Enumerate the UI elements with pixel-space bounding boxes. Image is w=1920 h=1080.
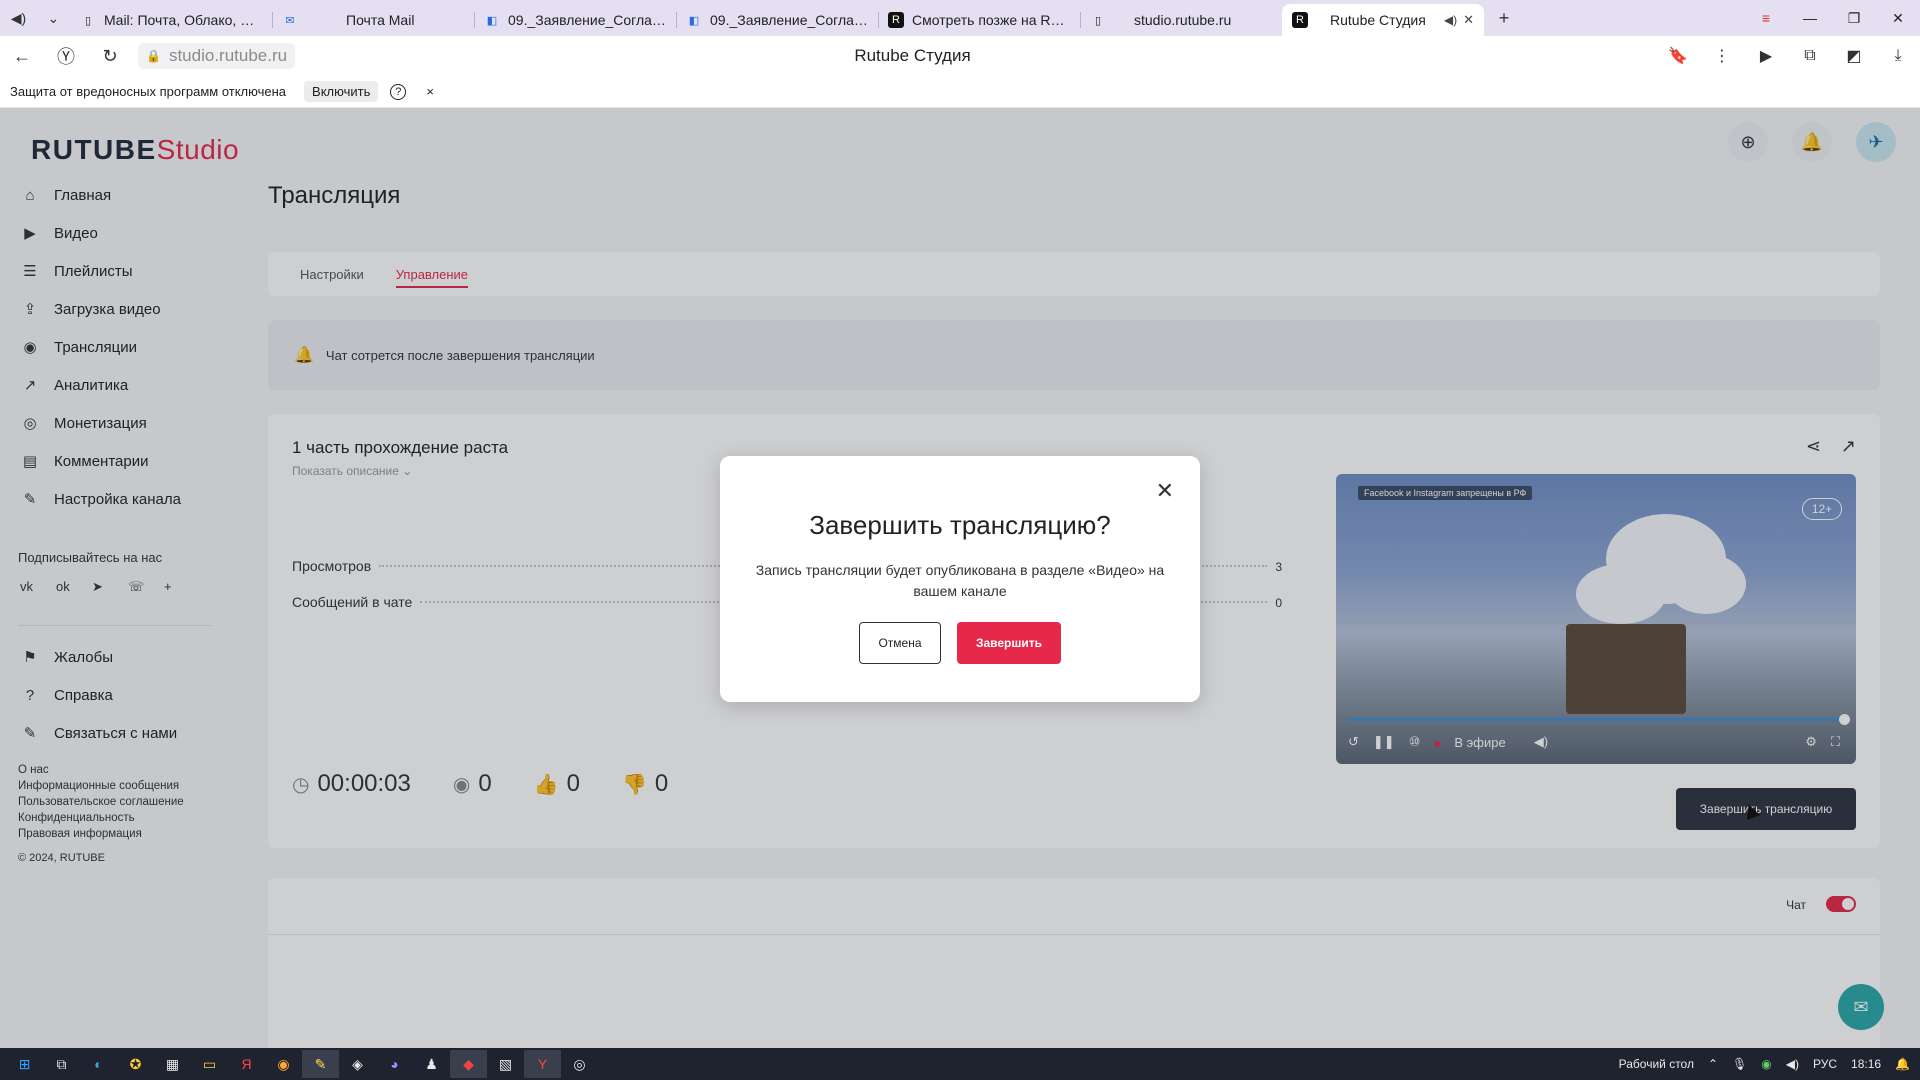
edge-icon[interactable]: ◐ bbox=[80, 1050, 117, 1078]
tab-label: Смотреть позже на RUTU bbox=[912, 12, 1070, 28]
download-icon[interactable]: ⤓ bbox=[1876, 47, 1920, 65]
close-icon[interactable]: ✕ bbox=[1156, 478, 1174, 504]
browser-tab[interactable]: ▯ studio.rutube.ru bbox=[1080, 5, 1282, 35]
play-icon[interactable]: ▶ bbox=[1744, 46, 1788, 66]
steam-icon[interactable]: ✎ bbox=[302, 1050, 339, 1078]
windows-taskbar: ⊞ ⧉ ◐ ✪ ▦ ▭ Я ◉ ✎ ◈ ◕ ♟ ◆ ▧ Y ◎ Рабочий … bbox=[0, 1048, 1920, 1080]
browser-tab[interactable]: ◧ 09._Заявление_Согласие_ bbox=[474, 5, 676, 35]
infobar-close-icon[interactable]: × bbox=[426, 84, 434, 99]
yandex-browser-icon[interactable]: Y bbox=[524, 1050, 561, 1078]
app-icon[interactable]: ✪ bbox=[117, 1050, 154, 1078]
tray-expand-icon[interactable]: ⌃ bbox=[1708, 1057, 1718, 1071]
tab-sound-icon[interactable]: ◀) bbox=[1444, 13, 1457, 27]
tab-close-icon[interactable]: ✕ bbox=[1463, 12, 1474, 28]
taskbar-apps: ⊞ ⧉ ◐ ✪ ▦ ▭ Я ◉ ✎ ◈ ◕ ♟ ◆ ▧ Y ◎ bbox=[0, 1050, 598, 1078]
window-close-icon[interactable]: ✕ bbox=[1876, 10, 1920, 27]
url-text: studio.rutube.ru bbox=[168, 46, 288, 65]
rutube-studio-app: RUTUBEStudio ⊕ 🔔 ✈ ⌂ Главная ▶ Видео ☰ Плей… bbox=[0, 108, 1920, 1048]
extensions-icon[interactable]: ⧉ bbox=[1788, 47, 1832, 65]
browser-tab[interactable]: ◧ 09._Заявление_Согласие_ bbox=[676, 5, 878, 35]
infobar-text: Защита от вредоносных программ отключена bbox=[10, 84, 287, 99]
clock[interactable]: 18:16 bbox=[1851, 1057, 1881, 1071]
tab-label: Почта Mail bbox=[346, 12, 415, 28]
more-icon[interactable]: ⋮ bbox=[1700, 46, 1744, 66]
tab-strip-leading: ◀) ⌄ bbox=[0, 0, 70, 36]
calculator-icon[interactable]: ▦ bbox=[154, 1050, 191, 1078]
lock-icon: 🔒 bbox=[146, 49, 161, 63]
widgets-icon[interactable]: ⧉ bbox=[43, 1050, 80, 1078]
docs-icon: ◧ bbox=[486, 14, 498, 27]
start-icon[interactable]: ⊞ bbox=[6, 1050, 43, 1078]
steam-app-icon[interactable]: ◈ bbox=[339, 1050, 376, 1078]
address-bar: ← Ⓨ ↻ 🔒 studio.rutube.ru Rutube Студия 🔖… bbox=[0, 36, 1920, 76]
yandex-icon[interactable]: Ⓨ bbox=[44, 43, 88, 69]
tab-label: Rutube Студия bbox=[1330, 12, 1426, 28]
rust-icon[interactable]: ◆ bbox=[450, 1050, 487, 1078]
restore-icon[interactable]: ❐ bbox=[1832, 10, 1876, 27]
browser-tab[interactable]: R Смотреть позже на RUTU bbox=[878, 5, 1080, 35]
tab-label: studio.rutube.ru bbox=[1134, 12, 1232, 28]
confirm-end-button[interactable]: Завершить bbox=[957, 622, 1061, 664]
dialog-text: Запись трансляции будет опубликована в р… bbox=[755, 562, 1165, 599]
minimize-icon[interactable]: — bbox=[1788, 10, 1832, 26]
cancel-button[interactable]: Отмена bbox=[859, 622, 941, 664]
doc-icon: ▯ bbox=[84, 14, 92, 27]
address-bar-actions: 🔖 ⋮ ▶ ⧉ ◩ ⤓ bbox=[1656, 36, 1920, 76]
system-tray: Рабочий стол ⌃ 🎙 ◉ ◀) РУС 18:16 🔔 bbox=[1605, 1048, 1910, 1080]
profile-icon[interactable]: ◩ bbox=[1832, 46, 1876, 66]
game-icon[interactable]: ♟ bbox=[413, 1050, 450, 1078]
enable-protection-button[interactable]: Включить bbox=[304, 81, 379, 102]
notes-icon[interactable]: ▧ bbox=[487, 1050, 524, 1078]
browser-menu-icon[interactable]: ≡ bbox=[1744, 10, 1788, 26]
network-icon[interactable]: ◉ bbox=[1761, 1057, 1771, 1071]
obs-icon[interactable]: ◎ bbox=[561, 1050, 598, 1078]
browser-tab-active[interactable]: R Rutube Студия ◀) ✕ bbox=[1282, 4, 1484, 36]
docs-icon: ◧ bbox=[688, 14, 700, 27]
yandex-icon[interactable]: Я bbox=[228, 1050, 265, 1078]
discord-icon[interactable]: ◕ bbox=[376, 1050, 413, 1078]
notifications-tray-icon[interactable]: 🔔 bbox=[1895, 1057, 1910, 1071]
doc-icon: ▯ bbox=[1094, 14, 1102, 27]
tab-label: Mail: Почта, Облако, Кале bbox=[104, 12, 262, 28]
back-icon[interactable]: ← bbox=[0, 46, 44, 67]
explorer-icon[interactable]: ▭ bbox=[191, 1050, 228, 1078]
window-controls: ≡ — ❐ ✕ bbox=[1744, 0, 1920, 36]
help-icon[interactable]: ? bbox=[390, 83, 407, 100]
rutube-icon: R bbox=[1292, 12, 1308, 28]
new-tab-button[interactable]: + bbox=[1492, 6, 1516, 30]
tab-label: 09._Заявление_Согласие_ bbox=[710, 12, 868, 28]
desktop-label[interactable]: Рабочий стол bbox=[1619, 1057, 1694, 1071]
microphone-icon[interactable]: 🎙 bbox=[1732, 1057, 1747, 1071]
security-infobar: Защита от вредоносных программ отключена… bbox=[0, 76, 1920, 108]
end-stream-dialog: ✕ Завершить трансляцию? Запись трансляци… bbox=[720, 456, 1200, 702]
mail-icon: ✉ bbox=[285, 14, 295, 27]
url-field[interactable]: 🔒 studio.rutube.ru bbox=[138, 43, 296, 69]
bookmark-icon[interactable]: 🔖 bbox=[1656, 46, 1700, 66]
dialog-title: Завершить трансляцию? bbox=[809, 510, 1111, 540]
browser-tab-strip: ◀) ⌄ ▯ Mail: Почта, Облако, Кале ✉ Почта… bbox=[0, 0, 1920, 36]
rutube-icon: R bbox=[888, 12, 904, 28]
dialog-buttons: Отмена Завершить bbox=[720, 622, 1200, 664]
tab-label: 09._Заявление_Согласие_ bbox=[508, 12, 666, 28]
browser-tab[interactable]: ✉ Почта Mail bbox=[272, 5, 474, 35]
reload-icon[interactable]: ↻ bbox=[88, 46, 132, 67]
chrome-icon[interactable]: ◉ bbox=[265, 1050, 302, 1078]
tabs-dropdown-icon[interactable]: ⌄ bbox=[48, 10, 60, 27]
browser-tab[interactable]: ▯ Mail: Почта, Облако, Кале bbox=[70, 5, 272, 35]
sound-icon[interactable]: ◀) bbox=[11, 10, 26, 27]
volume-tray-icon[interactable]: ◀) bbox=[1786, 1057, 1799, 1071]
language-indicator[interactable]: РУС bbox=[1813, 1057, 1837, 1071]
